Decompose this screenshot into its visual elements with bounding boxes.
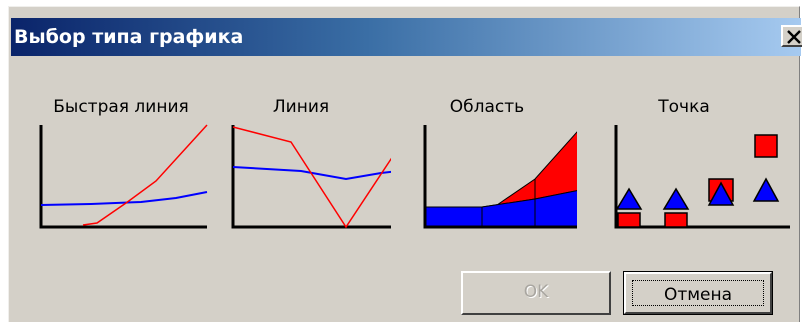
- chart-type-dialog: Выбор типа графика Быстрая линия Линия О…: [8, 6, 802, 322]
- close-icon: [787, 30, 801, 44]
- line-chart-icon: [231, 125, 391, 229]
- chart-option-label: Точка: [658, 97, 710, 117]
- cancel-button[interactable]: Отмена: [623, 271, 773, 315]
- close-button[interactable]: [781, 25, 802, 47]
- chart-option-label: Линия: [272, 97, 330, 117]
- chart-option-line[interactable]: Линия: [211, 95, 391, 235]
- cancel-button-label: Отмена: [632, 280, 764, 306]
- chart-option-point[interactable]: Точка: [594, 95, 790, 235]
- chart-option-area[interactable]: Область: [397, 95, 577, 235]
- dialog-title: Выбор типа графика: [14, 26, 244, 48]
- chart-option-label: Быстрая линия: [53, 97, 189, 117]
- chart-option-label: Область: [449, 97, 525, 117]
- fast-line-chart-icon: [39, 124, 208, 229]
- ok-button[interactable]: OK: [461, 271, 611, 315]
- area-chart-icon: [423, 125, 577, 229]
- point-chart-icon: [614, 125, 790, 229]
- chart-option-fast-line[interactable]: Быстрая линия: [31, 95, 211, 235]
- title-bar[interactable]: Выбор типа графика: [11, 18, 802, 56]
